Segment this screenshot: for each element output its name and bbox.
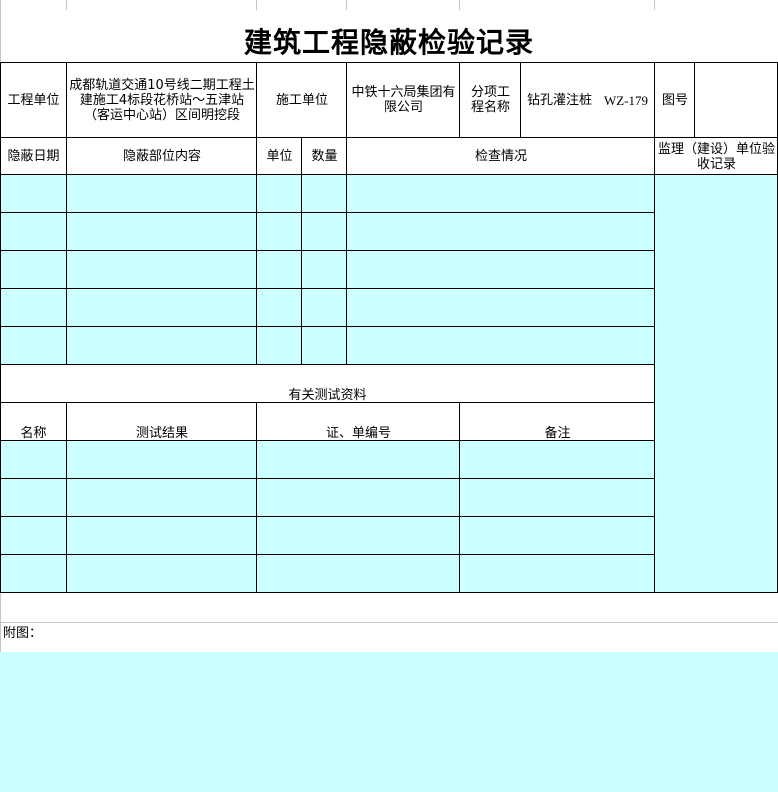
border-line: [0, 62, 778, 63]
page-title: 建筑工程隐蔽检验记录: [243, 25, 534, 59]
project-unit-value: 成都轨道交通10号线二期工程土建施工4标段花桥站～五津站（客运中心站）区间明挖段: [69, 77, 255, 123]
col-header-inspection: 检查情况: [474, 149, 527, 164]
drawing-no-label: 图号: [661, 92, 688, 108]
gridline: [654, 0, 655, 10]
border-line: [459, 62, 460, 138]
col-header-date: 隐蔽日期: [7, 149, 60, 164]
border-line: [0, 174, 778, 175]
gridline: [66, 0, 67, 10]
border-line: [0, 212, 655, 213]
drawing-no-value: [695, 62, 778, 138]
border-line: [459, 402, 460, 593]
attachment-area[interactable]: [0, 652, 778, 792]
sub-project-label: 分项工程名称: [470, 85, 510, 115]
supervision-record-area[interactable]: [655, 175, 778, 593]
col-header-quantity: 数量: [311, 149, 338, 164]
gridline: [256, 0, 257, 10]
border-line: [0, 554, 655, 555]
border-line: [0, 516, 655, 517]
border-line: [301, 137, 302, 365]
border-line: [694, 62, 695, 138]
border-line: [0, 137, 778, 138]
border-line: [0, 440, 655, 441]
border-line: [256, 62, 257, 365]
border-line: [346, 62, 347, 365]
border-line: [0, 402, 655, 403]
border-line: [66, 62, 67, 365]
border-line: [0, 326, 655, 327]
border-line: [0, 478, 655, 479]
test-rows-area: [0, 441, 655, 593]
border-line: [66, 402, 67, 593]
border-line: [0, 250, 655, 251]
inspection-rows-area: [0, 175, 655, 365]
border-line: [0, 364, 655, 365]
col-header-content: 隐蔽部位内容: [122, 149, 201, 164]
record-code: WZ-179: [603, 92, 649, 108]
attachment-label: 附图：: [3, 625, 43, 641]
border-line: [0, 62, 1, 593]
border-line: [256, 402, 257, 593]
col-header-unit: 单位: [266, 149, 293, 164]
gridline: [346, 0, 347, 10]
border-line: [654, 62, 655, 593]
border-line: [0, 288, 655, 289]
construction-unit-label: 施工单位: [275, 92, 328, 108]
construction-unit-value: 中铁十六局集团有限公司: [351, 85, 456, 115]
border-line: [0, 592, 778, 593]
sub-project-value: 钻孔灌注桩: [526, 92, 592, 108]
inspection-record-sheet: 建筑工程隐蔽检验记录 工程单位 成都轨道交通10号线二期工程土建施工4标段花桥站…: [0, 0, 778, 792]
gridline: [0, 622, 778, 623]
project-unit-label: 工程单位: [7, 92, 60, 108]
gridline: [459, 0, 460, 10]
border-line: [520, 62, 521, 138]
supervision-label: 监理（建设）单位验收记录: [658, 141, 776, 172]
